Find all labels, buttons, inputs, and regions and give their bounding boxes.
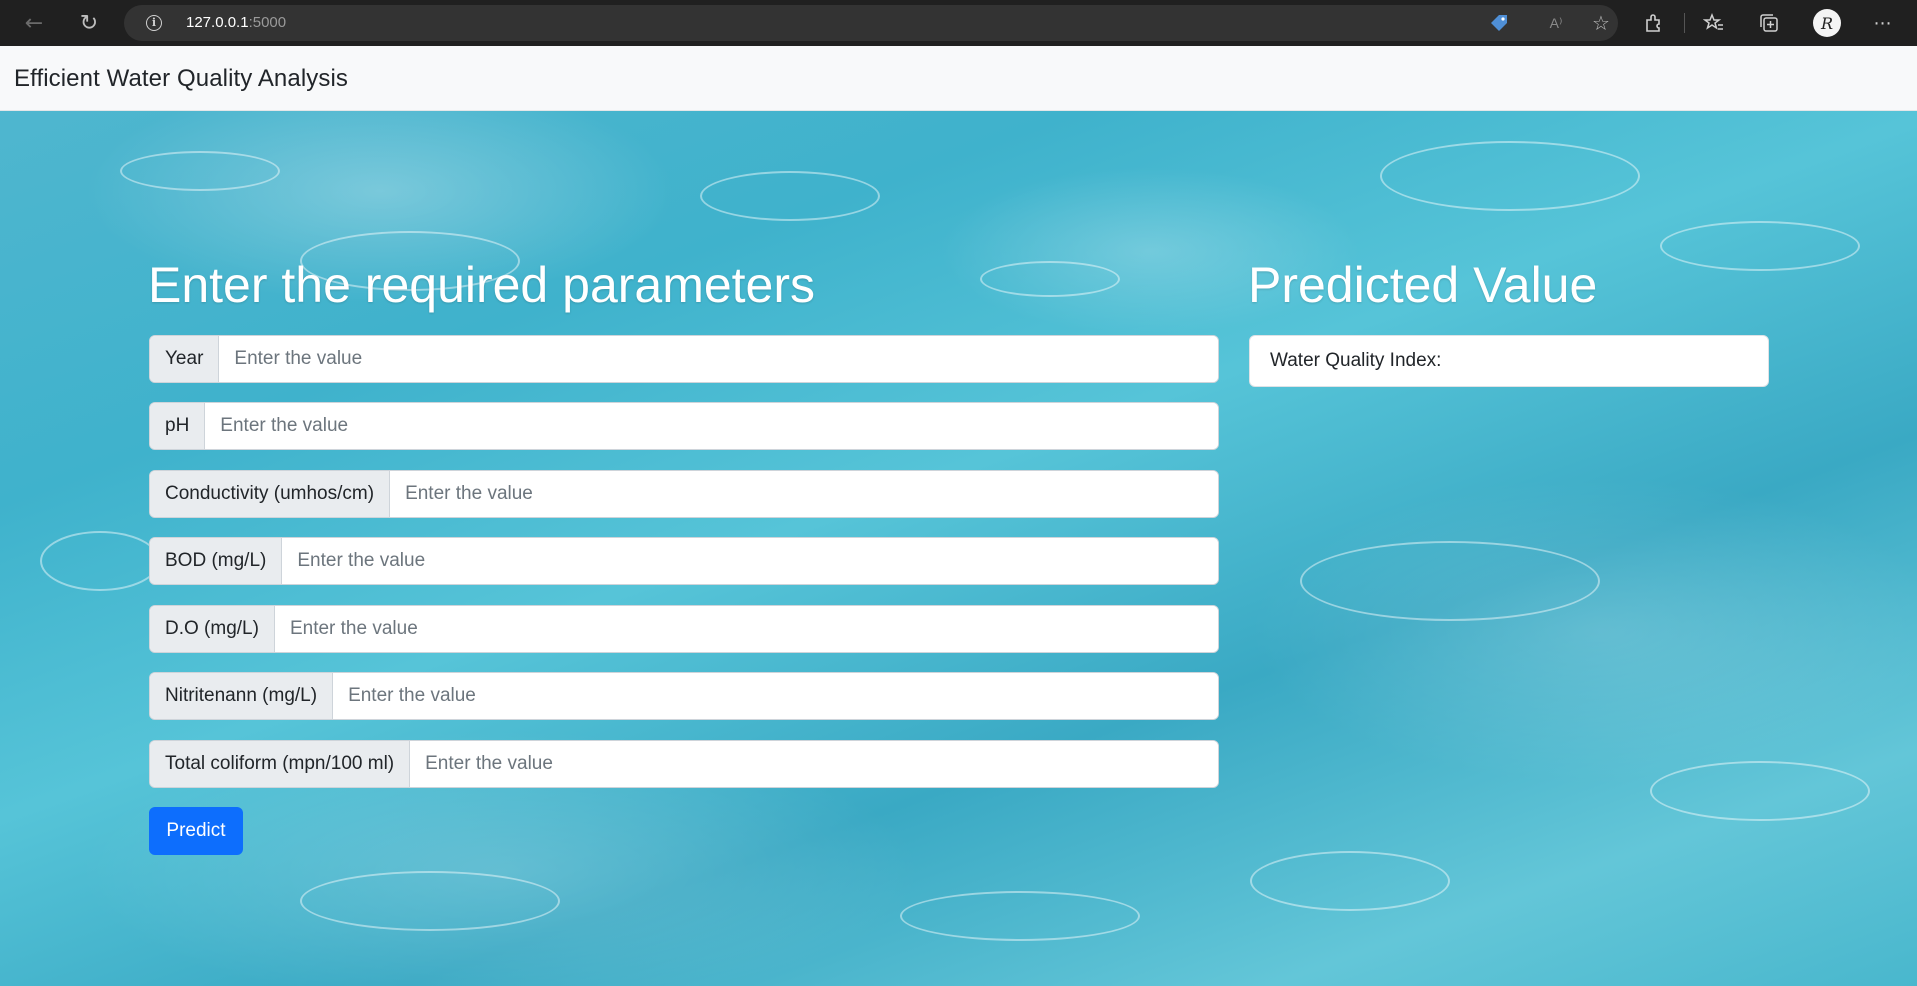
collections-icon[interactable] [1756,10,1782,36]
conductivity-input-group: Conductivity (umhos/cm) [149,470,1219,518]
water-ripple [1250,851,1450,911]
navbar-brand[interactable]: Efficient Water Quality Analysis [14,65,348,93]
total-coliform-label: Total coliform (mpn/100 ml) [150,741,411,787]
parameters-heading: Enter the required parameters [148,257,816,313]
url-host: 127.0.0.1 [186,14,249,31]
toolbar-divider [1684,13,1685,33]
water-ripple [1380,141,1640,211]
url-text[interactable]: 127.0.0.1:5000 [186,14,286,31]
address-bar[interactable]: i 127.0.0.1:5000 A⁾ ☆ [124,5,1618,41]
year-input-group: Year [149,335,1219,383]
water-quality-index-result: Water Quality Index: [1249,335,1769,387]
predict-button[interactable]: Predict [149,807,243,855]
water-ripple [980,261,1120,297]
predicted-value-heading: Predicted Value [1248,257,1598,313]
nitritenann-input-group: Nitritenann (mg/L) [149,672,1219,720]
bod-input-group: BOD (mg/L) [149,537,1219,585]
info-icon[interactable]: i [146,15,162,31]
do-input[interactable] [274,606,1218,652]
water-ripple [1650,761,1870,821]
browser-toolbar: ← ↻ i 127.0.0.1:5000 A⁾ ☆ R ⋯ [0,0,1917,46]
more-icon[interactable]: ⋯ [1870,10,1896,36]
conductivity-input[interactable] [390,471,1218,517]
water-ripple [1300,541,1600,621]
water-ripple [1660,221,1860,271]
nitritenann-label: Nitritenann (mg/L) [150,673,334,719]
water-ripple [700,171,880,221]
conductivity-label: Conductivity (umhos/cm) [150,471,391,517]
ph-label: pH [150,403,206,449]
total-coliform-input-group: Total coliform (mpn/100 ml) [149,740,1219,788]
do-label: D.O (mg/L) [150,606,275,652]
ph-input-group: pH [149,402,1219,450]
water-ripple [900,891,1140,941]
do-input-group: D.O (mg/L) [149,605,1219,653]
url-port: :5000 [248,14,287,31]
bod-input[interactable] [282,538,1218,584]
favorites-icon[interactable] [1701,10,1727,36]
site-navbar: Efficient Water Quality Analysis [0,46,1917,111]
nitritenann-input[interactable] [333,673,1218,719]
total-coliform-input[interactable] [410,741,1218,787]
water-ripple [40,531,160,591]
read-aloud-icon[interactable]: A⁾ [1545,12,1567,34]
extensions-icon[interactable] [1640,10,1666,36]
water-ripple [300,871,560,931]
reload-icon[interactable]: ↻ [72,6,106,40]
profile-icon[interactable]: R [1813,9,1841,37]
ph-input[interactable] [205,403,1218,449]
year-input[interactable] [219,336,1218,382]
back-arrow-icon[interactable]: ← [17,6,51,40]
water-ripple [120,151,280,191]
add-favorite-icon[interactable]: ☆ [1590,11,1612,35]
bod-label: BOD (mg/L) [150,538,283,584]
tag-icon[interactable] [1488,12,1510,34]
year-label: Year [150,336,220,382]
